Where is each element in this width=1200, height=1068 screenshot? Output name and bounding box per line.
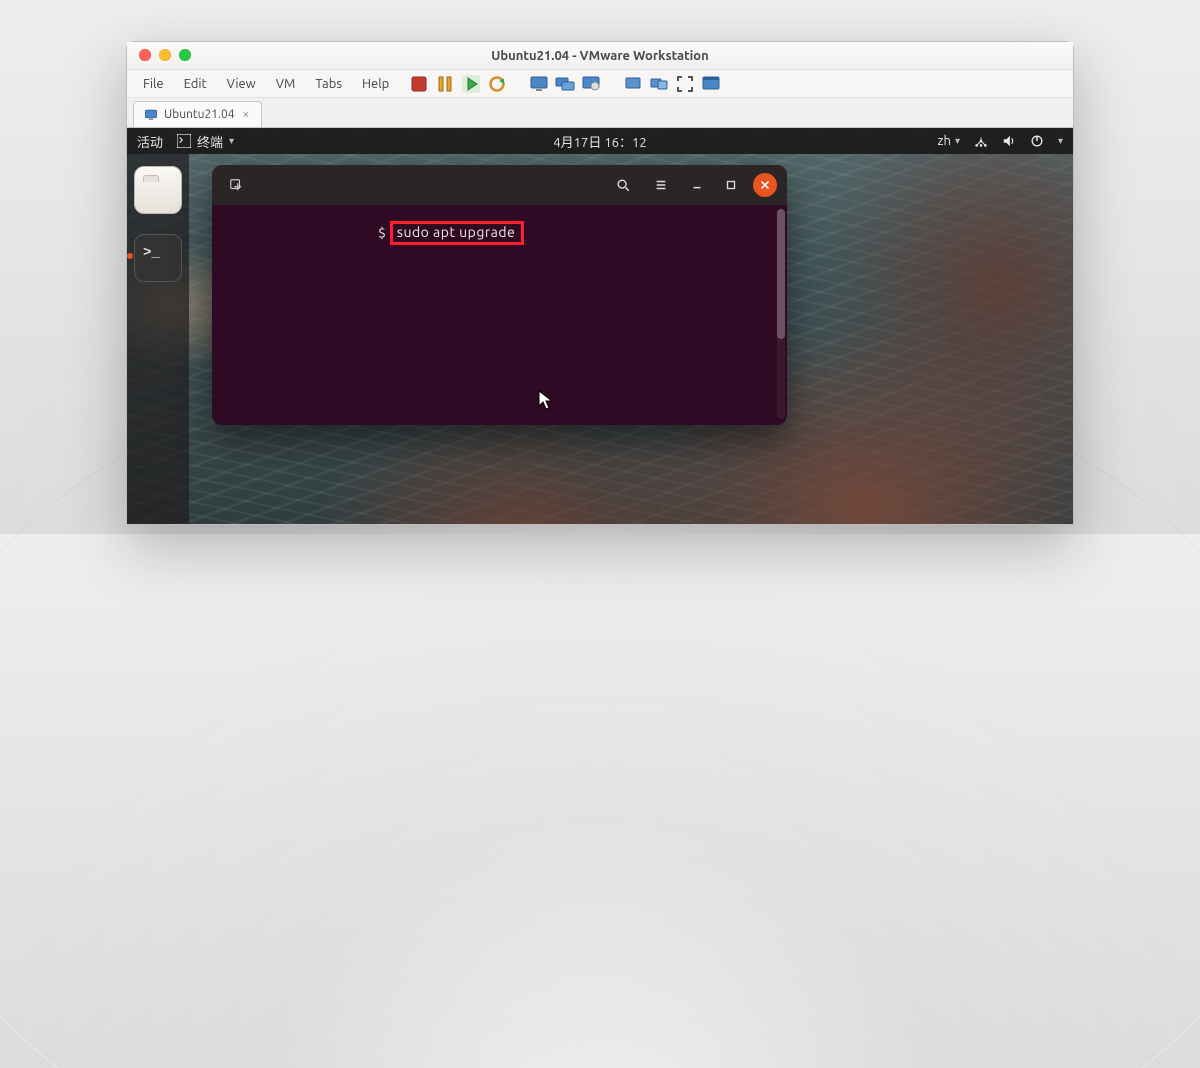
menu-vm[interactable]: VM bbox=[268, 74, 304, 94]
terminal-app-launcher[interactable] bbox=[134, 234, 182, 282]
mouse-cursor-icon bbox=[538, 390, 554, 412]
terminal-window: $ sudo apt upgrade bbox=[212, 165, 787, 425]
poweroff-icon[interactable] bbox=[409, 74, 429, 94]
maximize-button[interactable] bbox=[719, 173, 743, 197]
input-source-indicator[interactable]: zh bbox=[938, 134, 951, 148]
terminal-headerbar[interactable] bbox=[212, 165, 787, 205]
hamburger-icon bbox=[654, 178, 668, 192]
chevron-down-icon: ▾ bbox=[1058, 135, 1063, 147]
close-button[interactable] bbox=[753, 173, 777, 197]
files-app-icon[interactable] bbox=[134, 166, 182, 214]
activities-button[interactable]: 活动 bbox=[137, 132, 163, 151]
display-single-icon[interactable] bbox=[623, 74, 643, 94]
terminal-body[interactable]: $ sudo apt upgrade bbox=[212, 205, 787, 425]
volume-icon[interactable] bbox=[1002, 134, 1016, 148]
host-titlebar[interactable]: Ubuntu21.04 - VMware Workstation bbox=[127, 42, 1073, 70]
host-toolbar bbox=[409, 74, 721, 94]
terminal-scrollbar-track[interactable] bbox=[777, 209, 785, 419]
menu-tabs[interactable]: Tabs bbox=[307, 74, 350, 94]
shell-prompt: $ bbox=[378, 225, 386, 241]
gnome-clock[interactable]: 4月17日 16：12 bbox=[553, 136, 646, 150]
terminal-prompt-line: $ sudo apt upgrade bbox=[378, 221, 524, 245]
hamburger-menu-button[interactable] bbox=[647, 171, 675, 199]
play-icon[interactable] bbox=[461, 74, 481, 94]
chevron-down-icon: ▾ bbox=[229, 135, 234, 147]
fullscreen-icon[interactable] bbox=[675, 74, 695, 94]
capture-screen-icon[interactable] bbox=[581, 74, 601, 94]
gnome-top-bar: 活动 终端 ▾ 4月17日 16：12 zh ▾ ▾ bbox=[127, 128, 1073, 154]
unity-mode-icon[interactable] bbox=[701, 74, 721, 94]
minimize-icon bbox=[690, 178, 704, 192]
power-icon[interactable] bbox=[1030, 134, 1044, 148]
snapshot-icon[interactable] bbox=[529, 74, 549, 94]
host-menubar: File Edit View VM Tabs Help bbox=[127, 70, 1073, 98]
vm-tab[interactable]: Ubuntu21.04 × bbox=[133, 101, 262, 127]
new-tab-button[interactable] bbox=[222, 171, 250, 199]
guest-viewport: 活动 终端 ▾ 4月17日 16：12 zh ▾ ▾ bbox=[127, 128, 1073, 524]
chevron-down-icon: ▾ bbox=[955, 135, 960, 147]
zoom-window-icon[interactable] bbox=[179, 49, 191, 61]
maximize-icon bbox=[724, 178, 738, 192]
network-icon[interactable] bbox=[974, 134, 988, 148]
gnome-dock bbox=[127, 154, 189, 524]
close-icon bbox=[758, 178, 772, 192]
entered-command: sudo apt upgrade bbox=[390, 221, 524, 245]
terminal-app-icon bbox=[177, 134, 191, 148]
suspend-icon[interactable] bbox=[435, 74, 455, 94]
vm-tab-icon bbox=[144, 108, 158, 122]
snapshot-manager-icon[interactable] bbox=[555, 74, 575, 94]
menu-edit[interactable]: Edit bbox=[176, 74, 215, 94]
terminal-scrollbar-thumb[interactable] bbox=[777, 209, 785, 339]
search-button[interactable] bbox=[609, 171, 637, 199]
mac-traffic-lights bbox=[139, 49, 191, 61]
menu-file[interactable]: File bbox=[135, 74, 172, 94]
menu-help[interactable]: Help bbox=[354, 74, 397, 94]
vmware-window: Ubuntu21.04 - VMware Workstation File Ed… bbox=[126, 41, 1074, 525]
restart-icon[interactable] bbox=[487, 74, 507, 94]
search-icon bbox=[616, 178, 630, 192]
vm-tab-strip: Ubuntu21.04 × bbox=[127, 98, 1073, 128]
tab-close-button[interactable]: × bbox=[241, 108, 252, 121]
minimize-button[interactable] bbox=[685, 173, 709, 197]
close-window-icon[interactable] bbox=[139, 49, 151, 61]
focused-app-label: 终端 bbox=[197, 132, 223, 151]
vm-tab-label: Ubuntu21.04 bbox=[164, 108, 235, 121]
display-multi-icon[interactable] bbox=[649, 74, 669, 94]
menu-view[interactable]: View bbox=[219, 74, 264, 94]
minimize-window-icon[interactable] bbox=[159, 49, 171, 61]
window-title: Ubuntu21.04 - VMware Workstation bbox=[491, 49, 708, 63]
focused-app-menu[interactable]: 终端 ▾ bbox=[177, 132, 234, 151]
